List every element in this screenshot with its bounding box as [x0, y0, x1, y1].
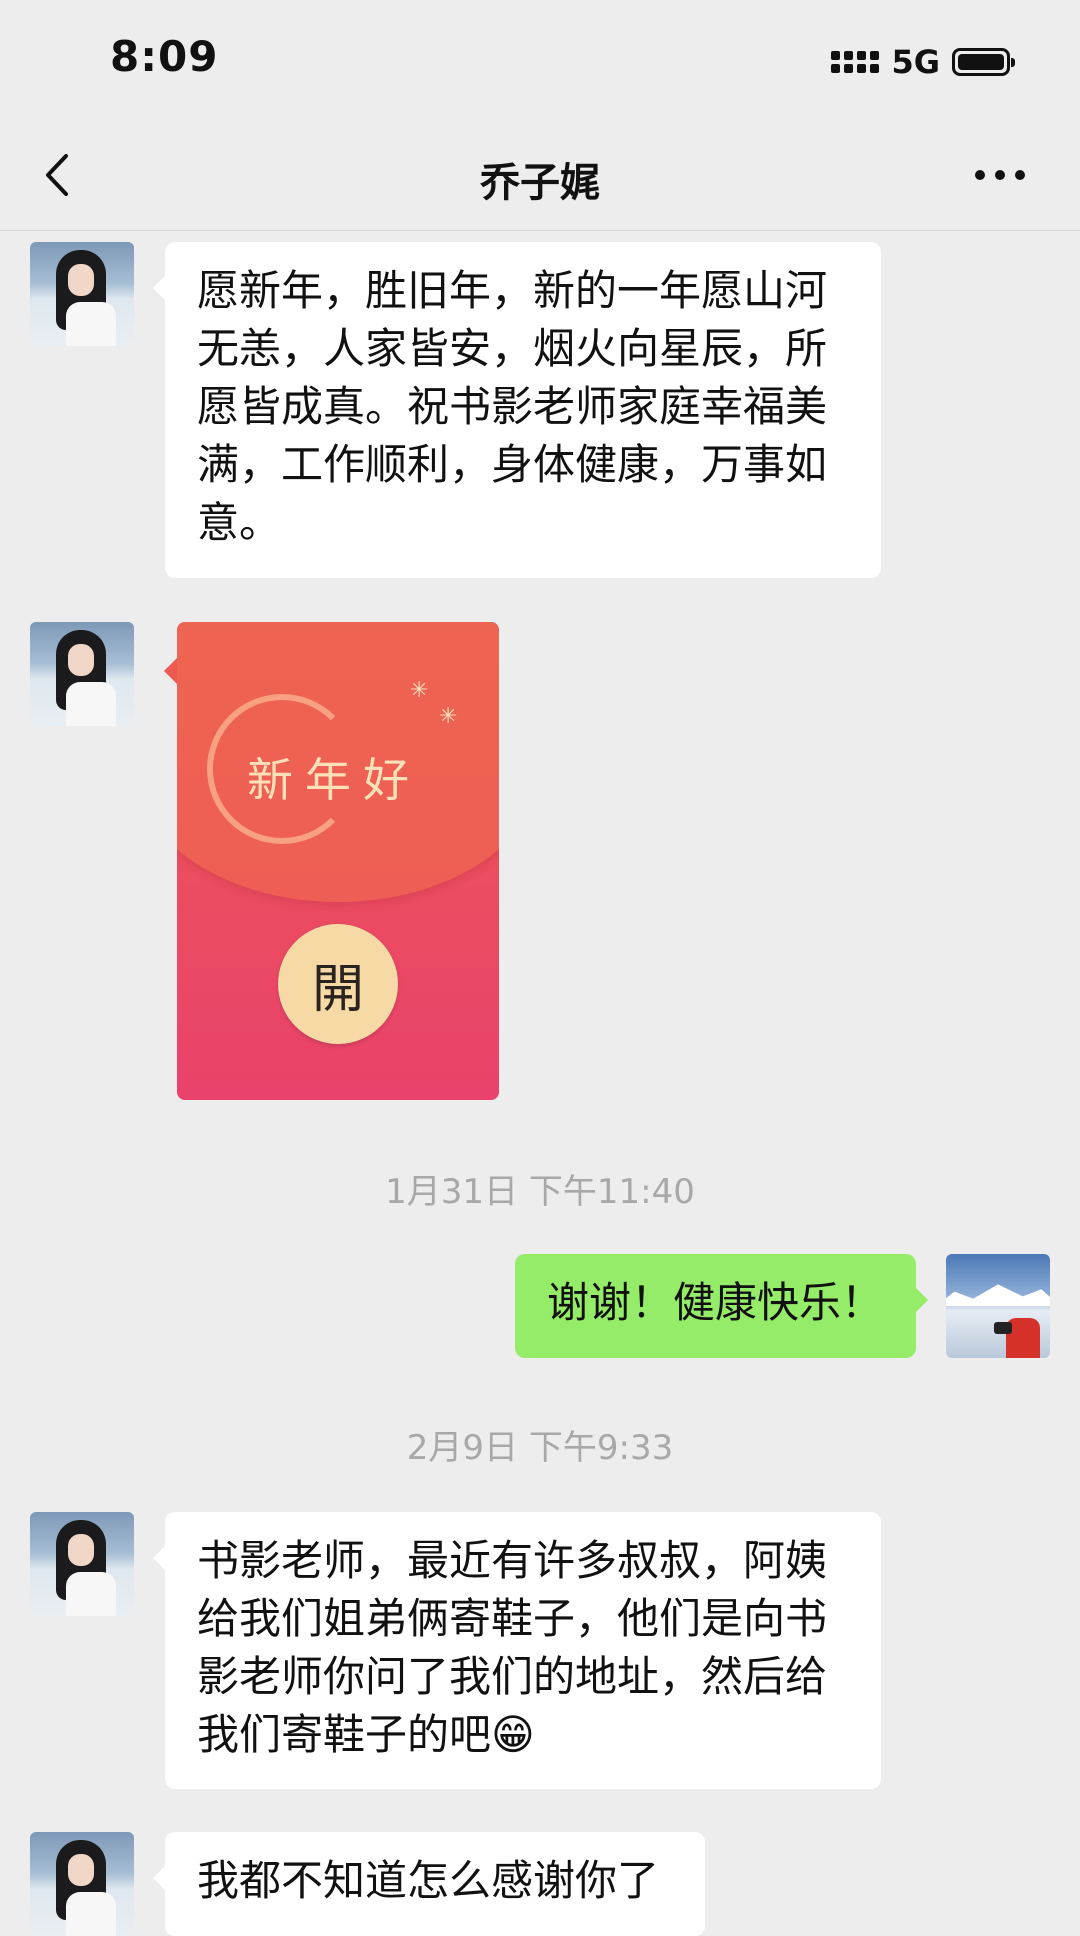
battery-icon [952, 48, 1015, 76]
chat-header: 乔子娓 [0, 120, 1080, 231]
contact-avatar[interactable] [30, 242, 134, 346]
open-red-packet-button[interactable]: 開 [278, 924, 398, 1044]
status-bar: 8:09 5G [0, 0, 1080, 120]
contact-avatar[interactable] [30, 1512, 134, 1616]
red-packet-tail [164, 658, 177, 684]
message-bubble[interactable]: 我都不知道怎么感谢你了 [153, 1832, 705, 1936]
more-dots-icon[interactable] [970, 160, 1030, 190]
signal-bars-icon [831, 51, 880, 73]
self-avatar[interactable] [946, 1254, 1050, 1358]
chat-title: 乔子娓 [480, 160, 600, 206]
sparkle-icon: ✳ [410, 678, 429, 703]
contact-avatar[interactable] [30, 1832, 134, 1936]
message-text: 愿新年，胜旧年，新的一年愿山河无恙，人家皆安，烟火向星辰，所愿皆成真。祝书影老师… [197, 266, 828, 547]
message-bubble[interactable]: 书影老师，最近有许多叔叔，阿姨给我们姐弟俩寄鞋子，他们是向书影老师你问了我们的地… [153, 1512, 881, 1789]
red-packet[interactable]: ✳ ✳ 新年好 開 [177, 622, 499, 1100]
timestamp: 2月9日 下午9:33 [406, 1428, 674, 1468]
message-text: 谢谢！健康快乐！ [547, 1278, 884, 1327]
contact-avatar[interactable] [30, 622, 134, 726]
status-time: 8:09 [110, 32, 219, 81]
sparkle-icon: ✳ [439, 704, 458, 729]
status-indicators: 5G [831, 42, 1015, 82]
timestamp: 1月31日 下午11:40 [385, 1172, 695, 1212]
network-type: 5G [891, 43, 940, 81]
outgoing-message-bubble[interactable]: 谢谢！健康快乐！ [515, 1254, 928, 1358]
message-text: 书影老师，最近有许多叔叔，阿姨给我们姐弟俩寄鞋子，他们是向书影老师你问了我们的地… [197, 1536, 828, 1759]
red-packet-greeting: 新年好 [247, 753, 421, 807]
message-bubble[interactable]: 愿新年，胜旧年，新的一年愿山河无恙，人家皆安，烟火向星辰，所愿皆成真。祝书影老师… [153, 242, 881, 578]
